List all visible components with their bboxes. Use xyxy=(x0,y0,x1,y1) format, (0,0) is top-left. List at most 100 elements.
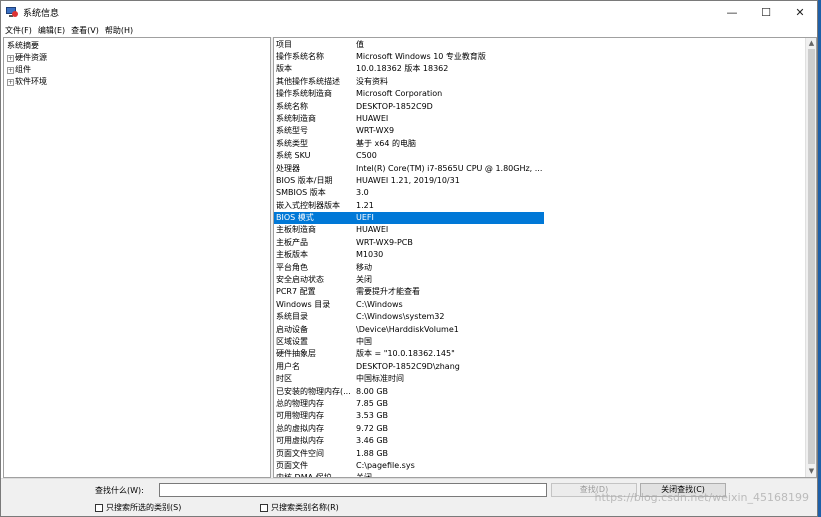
tree-item-label: 系统摘要 xyxy=(7,41,39,50)
table-row[interactable]: 系统类型 基于 x64 的电脑 xyxy=(274,138,806,150)
table-row[interactable]: PCR7 配置 需要提升才能查看 xyxy=(274,286,806,298)
tree-item-hardware-resources[interactable]: + 硬件资源 xyxy=(4,52,270,64)
table-row[interactable]: 系统目录 C:\Windows\system32 xyxy=(274,311,806,323)
table-row[interactable]: 用户名 DESKTOP-1852C9D\zhang xyxy=(274,361,806,373)
checkbox-box[interactable] xyxy=(95,503,103,512)
window-title: 系统信息 xyxy=(23,8,60,19)
cell-value: C500 xyxy=(356,151,377,161)
table-row[interactable]: 总的物理内存 7.85 GB xyxy=(274,398,806,410)
table-row[interactable]: 硬件抽象层 版本 = "10.0.18362.145" xyxy=(274,348,806,360)
cell-item: 页面文件空间 xyxy=(276,448,324,458)
search-category-names-checkbox[interactable]: 只搜索类别名称(R) xyxy=(260,502,339,513)
table-row[interactable]: BIOS 版本/日期 HUAWEI 1.21, 2019/10/31 xyxy=(274,175,806,187)
tree-item-components[interactable]: + 组件 xyxy=(4,64,270,76)
find-input[interactable] xyxy=(159,483,547,497)
cell-value: HUAWEI xyxy=(356,225,389,235)
table-row[interactable]: 页面文件 C:\pagefile.sys xyxy=(274,460,806,472)
tree-item-software-environment[interactable]: + 软件环境 xyxy=(4,76,270,88)
cell-value: 中国标准时间 xyxy=(356,374,404,384)
cell-value: 3.0 xyxy=(356,188,369,198)
cell-item: 启动设备 xyxy=(276,324,308,334)
table-row[interactable]: 可用虚拟内存 3.46 GB xyxy=(274,435,806,447)
table-row[interactable]: 系统制造商 HUAWEI xyxy=(274,113,806,125)
table-row[interactable]: 其他操作系统描述 没有资料 xyxy=(274,76,806,88)
cell-value: 基于 x64 的电脑 xyxy=(356,138,416,148)
table-row[interactable]: 嵌入式控制器版本 1.21 xyxy=(274,200,806,212)
table-row[interactable]: 操作系统名称 Microsoft Windows 10 专业教育版 xyxy=(274,51,806,63)
tree-item-label: 组件 xyxy=(15,65,31,74)
table-row[interactable]: 已安装的物理内存(... 8.00 GB xyxy=(274,386,806,398)
tree-item-label: 软件环境 xyxy=(15,77,47,86)
cell-item: 系统制造商 xyxy=(276,113,316,123)
cell-item: 系统目录 xyxy=(276,312,308,322)
watermark: https://blog.csdn.net/weixin_45168199 xyxy=(594,491,809,504)
cell-item: 主板制造商 xyxy=(276,225,316,235)
window-controls: — ☐ ✕ xyxy=(715,1,817,23)
table-row[interactable]: 系统 SKU C500 xyxy=(274,150,806,162)
table-row[interactable]: 主板产品 WRT-WX9-PCB xyxy=(274,237,806,249)
cell-item: 其他操作系统描述 xyxy=(276,76,340,86)
maximize-button[interactable]: ☐ xyxy=(749,1,783,23)
scroll-down-icon[interactable]: ▼ xyxy=(807,467,816,476)
table-row[interactable]: 主板制造商 HUAWEI xyxy=(274,224,806,236)
cell-item: 时区 xyxy=(276,374,292,384)
cell-item: Windows 目录 xyxy=(276,299,331,309)
cell-item: 总的虚拟内存 xyxy=(276,423,324,433)
expand-icon[interactable]: + xyxy=(7,66,14,74)
cell-value: WRT-WX9 xyxy=(356,126,395,136)
table-row[interactable]: 安全启动状态 关闭 xyxy=(274,274,806,286)
cell-value: 需要提升才能查看 xyxy=(356,287,420,297)
title-bar: 系统信息 — ☐ ✕ xyxy=(1,1,817,23)
table-row[interactable]: 操作系统制造商 Microsoft Corporation xyxy=(274,88,806,100)
table-row[interactable]: 区域设置 中国 xyxy=(274,336,806,348)
menu-edit[interactable]: 编辑(E) xyxy=(38,25,65,36)
table-row[interactable]: BIOS 模式 UEFI xyxy=(274,212,806,225)
scrollbar-thumb[interactable] xyxy=(808,49,815,464)
vertical-scrollbar[interactable]: ▲ ▼ xyxy=(805,38,816,477)
cell-value: Intel(R) Core(TM) i7-8565U CPU @ 1.80GHz… xyxy=(356,163,543,173)
table-row[interactable]: 处理器 Intel(R) Core(TM) i7-8565U CPU @ 1.80… xyxy=(274,163,806,175)
cell-value: 3.53 GB xyxy=(356,411,389,421)
cell-value: C:\Windows xyxy=(356,299,403,309)
column-header-value[interactable]: 值 xyxy=(354,38,544,51)
system-info-window: 系统信息 — ☐ ✕ 文件(F) 编辑(E) 查看(V) 帮助(H) 系统摘要 … xyxy=(0,0,818,517)
table-row[interactable]: Windows 目录 C:\Windows xyxy=(274,299,806,311)
column-header-item[interactable]: 项目 xyxy=(274,38,354,51)
search-bar: 查找什么(W): 查找(D) 关闭查找(C) 只搜索所选的类别(S) 只搜索类别… xyxy=(1,478,817,516)
table-row[interactable]: 页面文件空间 1.88 GB xyxy=(274,448,806,460)
expand-icon[interactable]: + xyxy=(7,54,14,62)
search-selected-category-checkbox[interactable]: 只搜索所选的类别(S) xyxy=(95,502,181,513)
cell-value: DESKTOP-1852C9D\zhang xyxy=(356,361,460,371)
table-row[interactable]: 总的虚拟内存 9.72 GB xyxy=(274,423,806,435)
cell-item: 用户名 xyxy=(276,361,300,371)
menu-view[interactable]: 查看(V) xyxy=(71,25,99,36)
table-row[interactable]: 时区 中国标准时间 xyxy=(274,373,806,385)
table-row[interactable]: 主板版本 M1030 xyxy=(274,249,806,261)
details-list[interactable]: 项目 值 操作系统名称 Microsoft Windows 10 专业教育版 版本 1… xyxy=(273,37,817,478)
menu-help[interactable]: 帮助(H) xyxy=(105,25,133,36)
table-row[interactable]: 可用物理内存 3.53 GB xyxy=(274,410,806,422)
tree-item-system-summary[interactable]: 系统摘要 xyxy=(4,40,270,52)
table-row[interactable]: 版本 10.0.18362 版本 18362 xyxy=(274,63,806,75)
minimize-button[interactable]: — xyxy=(715,1,749,23)
menu-file[interactable]: 文件(F) xyxy=(5,25,32,36)
list-header: 项目 值 xyxy=(274,38,806,51)
category-tree[interactable]: 系统摘要 + 硬件资源 + 组件 + 软件环境 xyxy=(3,37,271,478)
scroll-up-icon[interactable]: ▲ xyxy=(807,39,816,48)
table-row[interactable]: 系统名称 DESKTOP-1852C9D xyxy=(274,101,806,113)
table-row[interactable]: 启动设备 \Device\HarddiskVolume1 xyxy=(274,324,806,336)
cell-item: 系统名称 xyxy=(276,101,308,111)
checkbox-label: 只搜索所选的类别(S) xyxy=(106,503,182,512)
cell-item: 系统 SKU xyxy=(276,151,311,161)
expand-icon[interactable]: + xyxy=(7,78,14,86)
close-button[interactable]: ✕ xyxy=(783,1,817,23)
cell-item: 主板版本 xyxy=(276,250,308,260)
cell-value: 9.72 GB xyxy=(356,423,389,433)
table-row[interactable]: SMBIOS 版本 3.0 xyxy=(274,187,806,199)
checkbox-box[interactable] xyxy=(260,503,268,512)
cell-item: 可用物理内存 xyxy=(276,411,324,421)
table-row[interactable]: 平台角色 移动 xyxy=(274,262,806,274)
cell-value: 3.46 GB xyxy=(356,436,389,446)
cell-item: 页面文件 xyxy=(276,460,308,470)
table-row[interactable]: 系统型号 WRT-WX9 xyxy=(274,125,806,137)
